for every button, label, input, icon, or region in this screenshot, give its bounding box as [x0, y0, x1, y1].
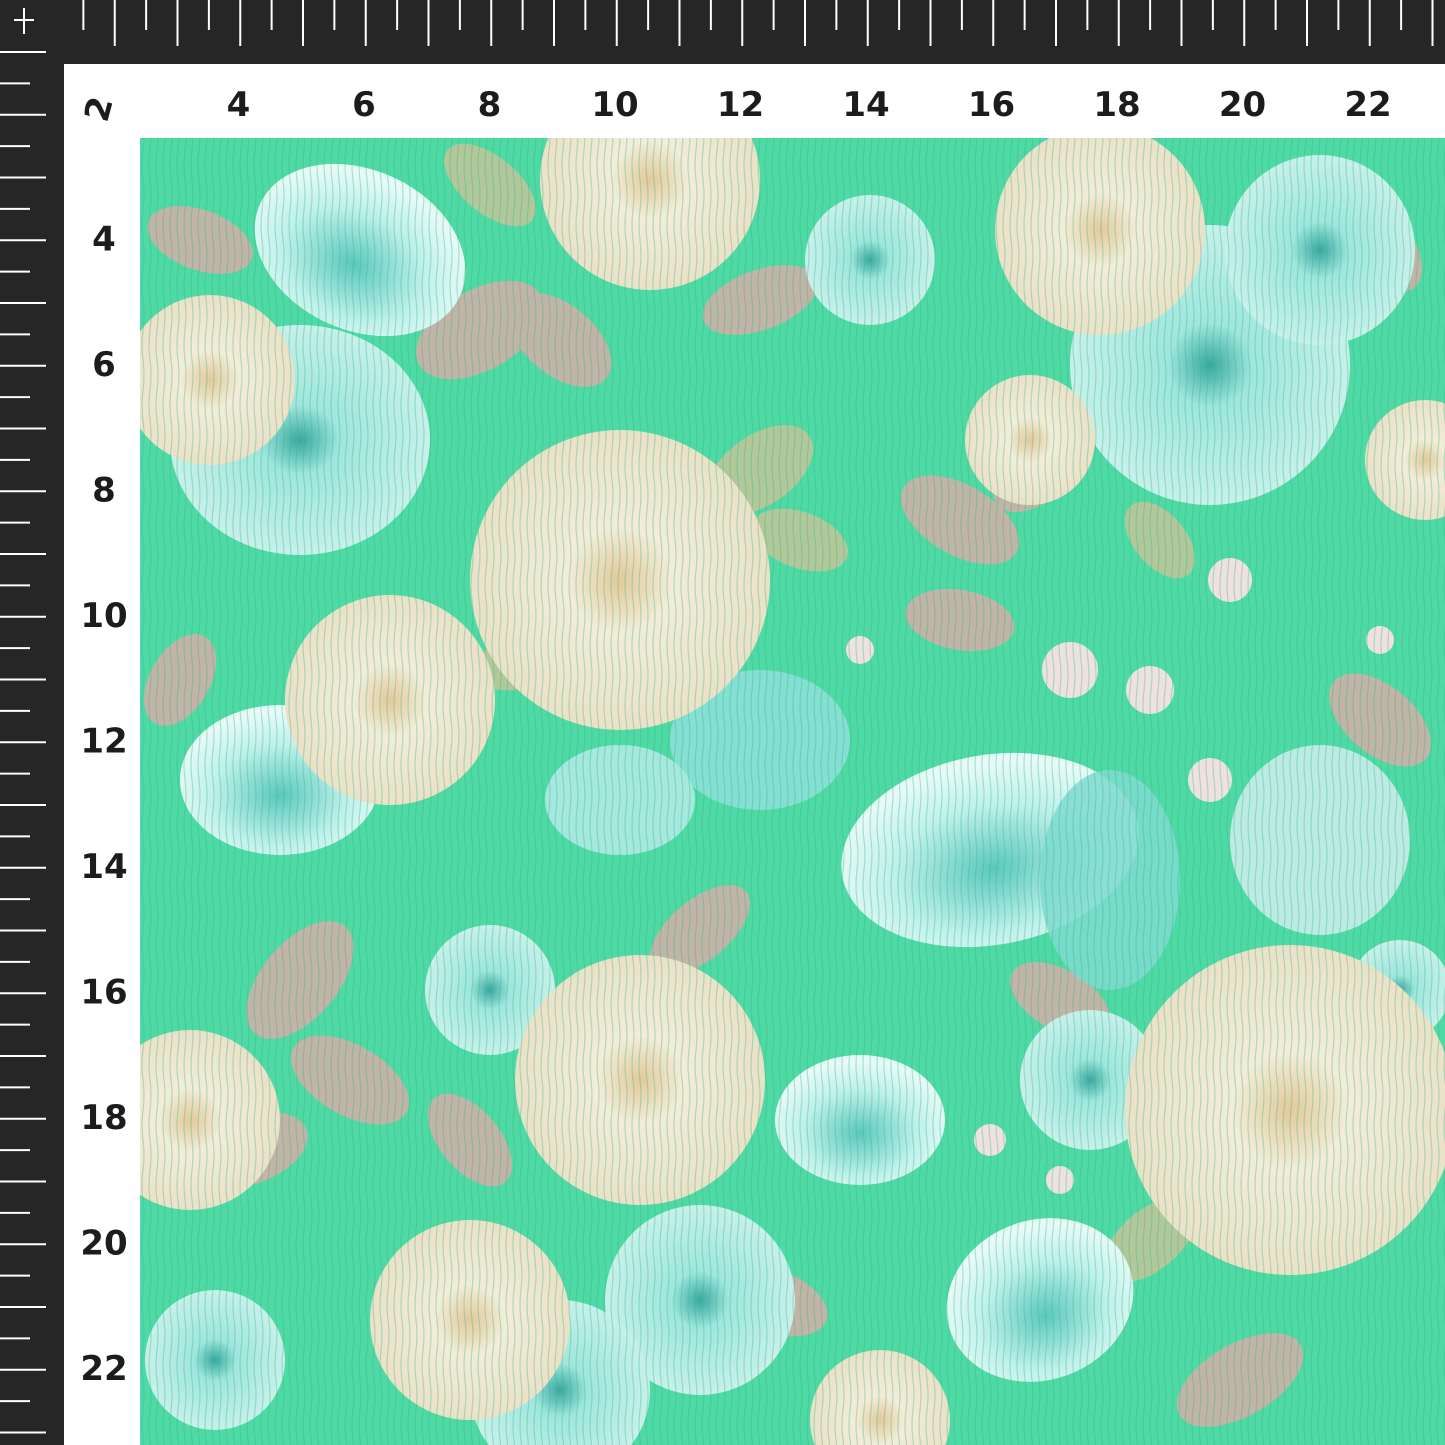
- left-ruler-number: 8: [92, 471, 116, 511]
- left-ruler-number: 22: [80, 1349, 127, 1389]
- top-ruler-number: 14: [842, 85, 889, 125]
- fabric-measurement-view: 2 4 6 8 10 12 14 16 18 20 22 46810121416182022: [0, 0, 1445, 1445]
- left-ruler-number: 6: [92, 345, 116, 385]
- top-ruler-number: 22: [1344, 85, 1391, 125]
- top-ruler-number: 20: [1219, 85, 1266, 125]
- top-ruler-number: 16: [968, 85, 1015, 125]
- top-ruler-number: 18: [1093, 85, 1140, 125]
- left-ruler-number: 18: [80, 1098, 127, 1138]
- top-ruler: [0, 0, 1445, 64]
- top-ruler-number: 6: [352, 85, 376, 125]
- left-ruler: [0, 0, 64, 1445]
- fabric-swatch: [140, 138, 1445, 1445]
- left-ruler-number: 4: [92, 220, 116, 260]
- left-ruler-number: 12: [80, 722, 127, 762]
- top-ruler-number: 8: [478, 85, 502, 125]
- top-ruler-number: 10: [591, 85, 638, 125]
- left-ruler-number: 14: [80, 847, 127, 887]
- left-ruler-number: 16: [80, 973, 127, 1013]
- top-ruler-number: 4: [227, 85, 251, 125]
- top-ruler-number: 12: [717, 85, 764, 125]
- left-ruler-number: 20: [80, 1224, 127, 1264]
- left-ruler-number: 10: [80, 596, 127, 636]
